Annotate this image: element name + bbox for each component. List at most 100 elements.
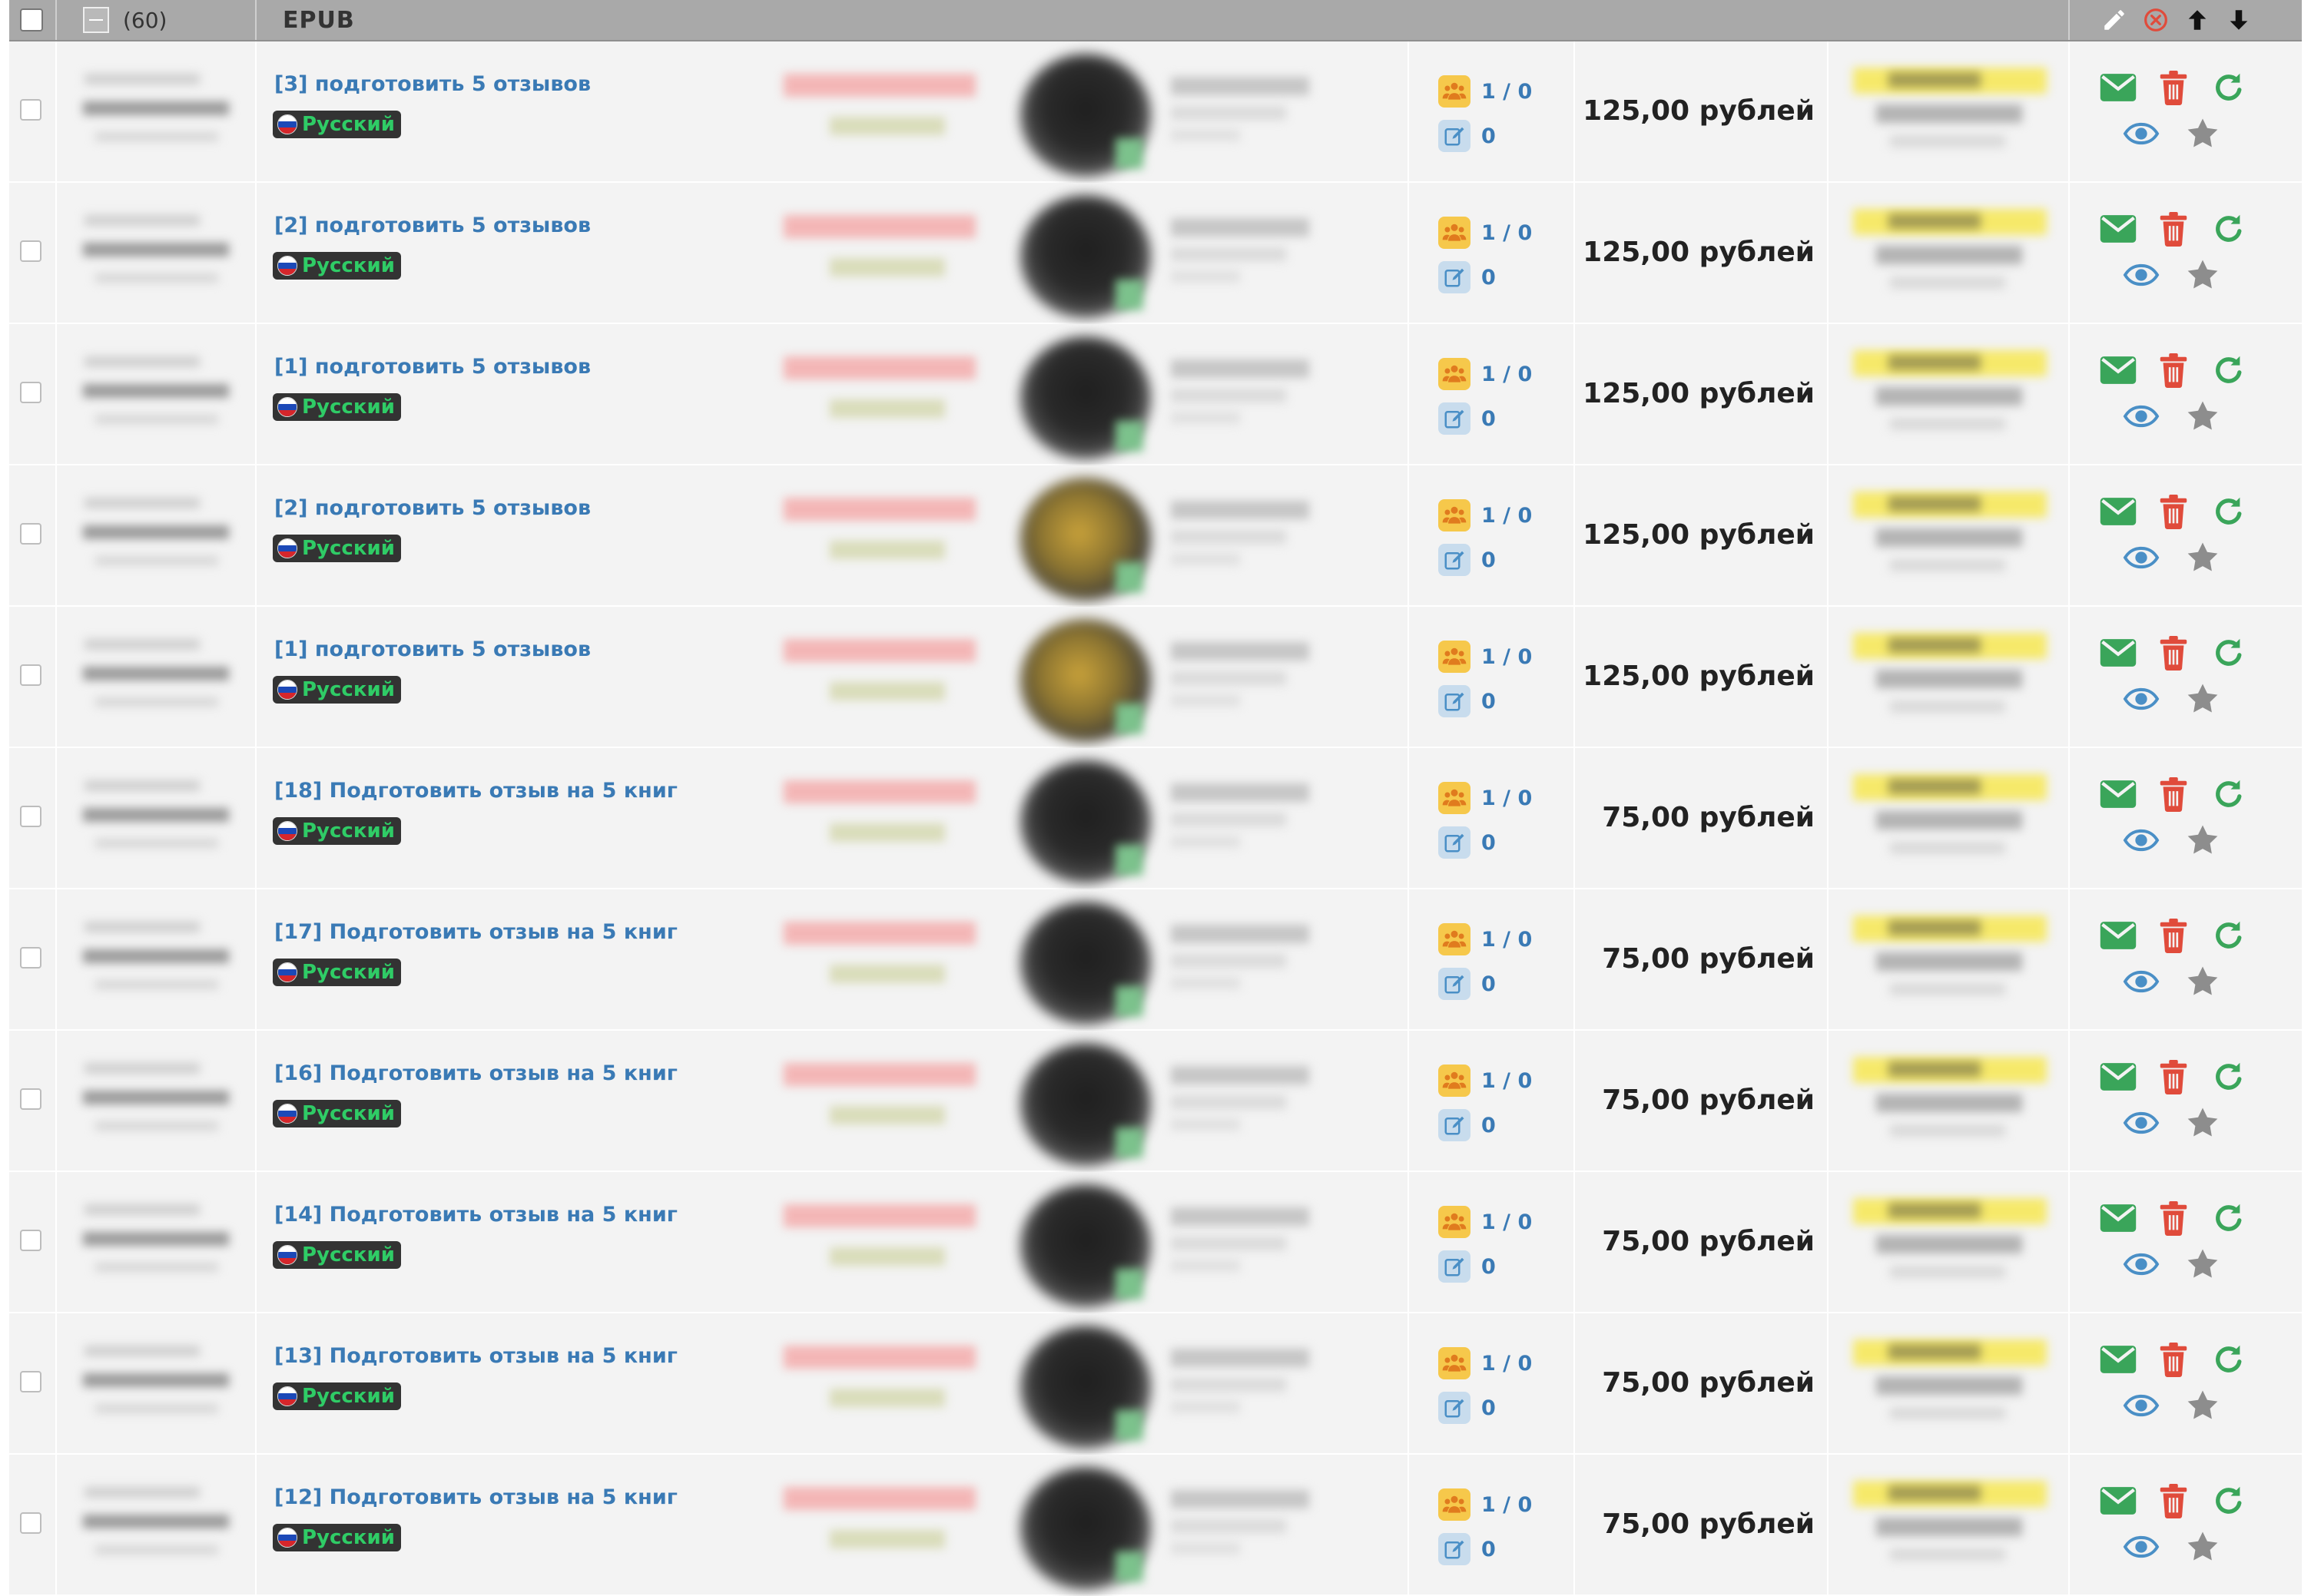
- row-checkbox[interactable]: [20, 806, 41, 827]
- eye-icon[interactable]: [2122, 821, 2160, 859]
- task-title-link[interactable]: [1] подготовить 5 отзывов: [274, 637, 591, 661]
- row-checkbox[interactable]: [20, 99, 41, 121]
- refresh-icon[interactable]: [2210, 210, 2248, 248]
- refresh-icon[interactable]: [2210, 351, 2248, 389]
- participants-count: 1 / 0: [1481, 503, 1533, 528]
- refresh-icon[interactable]: [2210, 1199, 2248, 1237]
- trash-icon[interactable]: [2154, 1199, 2193, 1237]
- pencil-icon[interactable]: [2100, 6, 2128, 34]
- edit-icon: [1438, 544, 1470, 576]
- trash-icon[interactable]: [2154, 775, 2193, 813]
- price: 75,00 рублей: [1602, 1226, 1815, 1257]
- task-title-link[interactable]: [18] Подготовить отзыв на 5 книг: [274, 779, 678, 803]
- trash-icon[interactable]: [2154, 1482, 2193, 1520]
- counters: 1 / 0 0: [1438, 210, 1532, 300]
- envelope-icon[interactable]: [2099, 68, 2137, 107]
- envelope-icon[interactable]: [2099, 1199, 2137, 1237]
- cell-divider: [1573, 465, 1575, 605]
- row-actions: [2099, 65, 2268, 157]
- refresh-icon[interactable]: [2210, 68, 2248, 107]
- price: 75,00 рублей: [1602, 943, 1815, 975]
- trash-icon[interactable]: [2154, 492, 2193, 531]
- trash-icon[interactable]: [2154, 1058, 2193, 1096]
- eye-icon[interactable]: [2122, 256, 2160, 294]
- eye-icon[interactable]: [2122, 680, 2160, 718]
- edits-count: 0: [1481, 1396, 1496, 1420]
- refresh-icon[interactable]: [2210, 1482, 2248, 1520]
- refresh-icon[interactable]: [2210, 1058, 2248, 1096]
- star-icon[interactable]: [2183, 256, 2222, 294]
- envelope-icon[interactable]: [2099, 775, 2137, 813]
- task-title-link[interactable]: [17] Подготовить отзыв на 5 книг: [274, 920, 678, 944]
- envelope-icon[interactable]: [2099, 1058, 2137, 1096]
- select-all-checkbox[interactable]: [20, 8, 43, 31]
- cell-divider: [255, 324, 257, 464]
- envelope-icon[interactable]: [2099, 1482, 2137, 1520]
- cell-divider: [2068, 889, 2070, 1029]
- task-title-link[interactable]: [2] подготовить 5 отзывов: [274, 214, 591, 237]
- eye-icon[interactable]: [2122, 538, 2160, 577]
- task-title-link[interactable]: [12] Подготовить отзыв на 5 книг: [274, 1485, 678, 1509]
- star-icon[interactable]: [2183, 538, 2222, 577]
- star-icon[interactable]: [2183, 1528, 2222, 1566]
- task-title-link[interactable]: [14] Подготовить отзыв на 5 книг: [274, 1203, 678, 1227]
- trash-icon[interactable]: [2154, 634, 2193, 672]
- arrow-down-icon[interactable]: [2225, 6, 2253, 34]
- trash-icon[interactable]: [2154, 210, 2193, 248]
- envelope-icon[interactable]: [2099, 492, 2137, 531]
- refresh-icon[interactable]: [2210, 492, 2248, 531]
- eye-icon[interactable]: [2122, 114, 2160, 153]
- arrow-up-icon[interactable]: [2183, 6, 2211, 34]
- star-icon[interactable]: [2183, 962, 2222, 1001]
- eye-icon[interactable]: [2122, 397, 2160, 435]
- row-checkbox[interactable]: [20, 664, 41, 686]
- redacted-avatar-tag: [1116, 280, 1143, 310]
- row-checkbox[interactable]: [20, 382, 41, 403]
- star-icon[interactable]: [2183, 1386, 2222, 1425]
- star-icon[interactable]: [2183, 397, 2222, 435]
- refresh-icon[interactable]: [2210, 634, 2248, 672]
- edit-icon: [1438, 826, 1470, 859]
- eye-icon[interactable]: [2122, 1245, 2160, 1283]
- edits-count: 0: [1481, 830, 1496, 855]
- task-title-link[interactable]: [2] подготовить 5 отзывов: [274, 496, 591, 520]
- envelope-icon[interactable]: [2099, 210, 2137, 248]
- eye-icon[interactable]: [2122, 1386, 2160, 1425]
- envelope-icon[interactable]: [2099, 351, 2137, 389]
- star-icon[interactable]: [2183, 1245, 2222, 1283]
- envelope-icon[interactable]: [2099, 634, 2137, 672]
- eye-icon[interactable]: [2122, 1104, 2160, 1142]
- cancel-circle-icon[interactable]: [2142, 6, 2170, 34]
- envelope-icon[interactable]: [2099, 916, 2137, 955]
- collapse-group-button[interactable]: [83, 7, 109, 33]
- star-icon[interactable]: [2183, 680, 2222, 718]
- star-icon[interactable]: [2183, 114, 2222, 153]
- refresh-icon[interactable]: [2210, 1340, 2248, 1379]
- row-checkbox[interactable]: [20, 523, 41, 545]
- row-checkbox[interactable]: [20, 1230, 41, 1251]
- row-checkbox[interactable]: [20, 947, 41, 969]
- refresh-icon[interactable]: [2210, 916, 2248, 955]
- cell-divider: [255, 183, 257, 323]
- task-title-link[interactable]: [16] Подготовить отзыв на 5 книг: [274, 1061, 678, 1085]
- task-title-link[interactable]: [3] подготовить 5 отзывов: [274, 72, 591, 96]
- eye-icon[interactable]: [2122, 962, 2160, 1001]
- envelope-icon[interactable]: [2099, 1340, 2137, 1379]
- star-icon[interactable]: [2183, 1104, 2222, 1142]
- row-checkbox[interactable]: [20, 1371, 41, 1392]
- task-title-link[interactable]: [1] подготовить 5 отзывов: [274, 355, 591, 379]
- row-checkbox[interactable]: [20, 1512, 41, 1534]
- trash-icon[interactable]: [2154, 1340, 2193, 1379]
- trash-icon[interactable]: [2154, 68, 2193, 107]
- trash-icon[interactable]: [2154, 916, 2193, 955]
- star-icon[interactable]: [2183, 821, 2222, 859]
- trash-icon[interactable]: [2154, 351, 2193, 389]
- task-title-link[interactable]: [13] Подготовить отзыв на 5 книг: [274, 1344, 678, 1368]
- row-checkbox[interactable]: [20, 1088, 41, 1110]
- edits-counter: 0: [1438, 1244, 1532, 1289]
- cell-divider: [2068, 41, 2070, 181]
- refresh-icon[interactable]: [2210, 775, 2248, 813]
- eye-icon[interactable]: [2122, 1528, 2160, 1566]
- row-checkbox[interactable]: [20, 240, 41, 262]
- table-row: [12] Подготовить отзыв на 5 книг Русский…: [9, 1455, 2302, 1596]
